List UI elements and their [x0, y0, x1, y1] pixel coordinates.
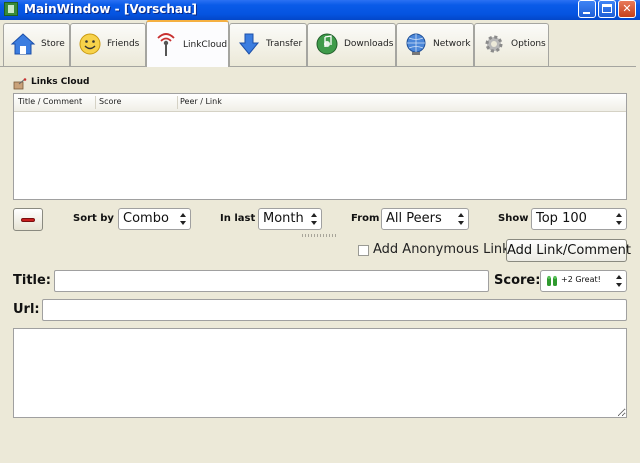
main-window: MainWindow - [Vorschau] ✕ Store Friends: [0, 0, 640, 463]
spin-arrows-icon: [458, 212, 464, 226]
links-cloud-title: Links Cloud: [31, 77, 90, 87]
tab-friends[interactable]: Friends: [70, 23, 146, 66]
tab-downloads[interactable]: Downloads: [307, 23, 396, 66]
add-link-comment-button[interactable]: Add Link/Comment: [506, 239, 631, 262]
remove-icon: [21, 218, 35, 222]
anonymous-link-label[interactable]: Add Anonymous Link: [373, 242, 510, 257]
column-divider[interactable]: [95, 96, 96, 109]
home-icon: [10, 33, 36, 55]
tab-label: Downloads: [344, 39, 394, 49]
sort-by-value: Combo: [123, 211, 169, 226]
tab-label: Network: [433, 39, 471, 49]
score-select[interactable]: +2 Great!: [540, 270, 627, 292]
minimize-button[interactable]: [578, 0, 596, 18]
antenna-icon: [157, 33, 175, 56]
splitter-handle[interactable]: [302, 234, 336, 237]
maximize-button[interactable]: [598, 0, 616, 18]
tab-label: Transfer: [266, 39, 303, 49]
remove-link-button[interactable]: [13, 208, 43, 231]
download-arrow-icon: [238, 33, 260, 55]
url-input[interactable]: [42, 299, 627, 321]
anonymous-link-checkbox[interactable]: [358, 245, 369, 256]
links-cloud-icon: [13, 78, 27, 90]
spin-arrows-icon: [311, 212, 317, 226]
from-value: All Peers: [386, 211, 442, 226]
tab-linkcloud[interactable]: LinkCloud: [146, 20, 229, 67]
tab-transfer[interactable]: Transfer: [229, 23, 307, 66]
tab-network[interactable]: Network: [396, 23, 474, 66]
window-title: MainWindow - [Vorschau]: [24, 2, 198, 16]
sort-by-select[interactable]: Combo: [118, 208, 191, 230]
from-select[interactable]: All Peers: [381, 208, 469, 230]
in-last-select[interactable]: Month: [258, 208, 322, 230]
column-header-score[interactable]: Score: [99, 97, 121, 106]
app-icon: [4, 2, 18, 16]
title-bar[interactable]: MainWindow - [Vorschau] ✕: [0, 0, 640, 20]
in-last-label: In last: [220, 213, 256, 224]
in-last-value: Month: [263, 211, 304, 226]
tab-label: LinkCloud: [183, 40, 228, 50]
title-label: Title:: [13, 273, 52, 288]
tab-label: Options: [511, 39, 546, 49]
from-label: From: [351, 213, 380, 224]
tab-label: Store: [41, 39, 65, 49]
globe-network-icon: [406, 33, 426, 55]
tab-bar: Store Friends LinkCloud Transfer Downloa…: [0, 20, 640, 67]
show-label: Show: [498, 213, 529, 224]
sort-by-label: Sort by: [73, 213, 114, 224]
show-select[interactable]: Top 100: [531, 208, 627, 230]
score-value: +2 Great!: [561, 275, 601, 284]
tab-store[interactable]: Store: [3, 23, 70, 66]
tab-options[interactable]: Options: [474, 23, 549, 66]
tab-label: Friends: [107, 39, 140, 49]
url-label: Url:: [13, 302, 40, 317]
gear-icon: [485, 35, 503, 53]
thumbs-up-icon: [547, 275, 557, 286]
score-label: Score:: [494, 273, 541, 288]
column-divider[interactable]: [177, 96, 178, 109]
links-table[interactable]: Title / Comment Score Peer / Link: [13, 93, 627, 200]
column-header-peer[interactable]: Peer / Link: [180, 97, 222, 106]
music-cd-icon: [316, 33, 338, 55]
column-header-title[interactable]: Title / Comment: [18, 97, 82, 106]
table-header: Title / Comment Score Peer / Link: [14, 94, 626, 112]
title-input[interactable]: [54, 270, 489, 292]
maximize-icon: [602, 4, 612, 13]
smiley-icon: [79, 33, 101, 55]
comment-textarea[interactable]: [13, 328, 627, 418]
close-button[interactable]: ✕: [618, 0, 636, 18]
spin-arrows-icon: [180, 212, 186, 226]
minimize-icon: [583, 12, 590, 14]
spin-arrows-icon: [616, 212, 622, 226]
show-value: Top 100: [536, 211, 587, 226]
close-icon: ✕: [622, 2, 632, 15]
spin-arrows-icon: [616, 274, 622, 288]
